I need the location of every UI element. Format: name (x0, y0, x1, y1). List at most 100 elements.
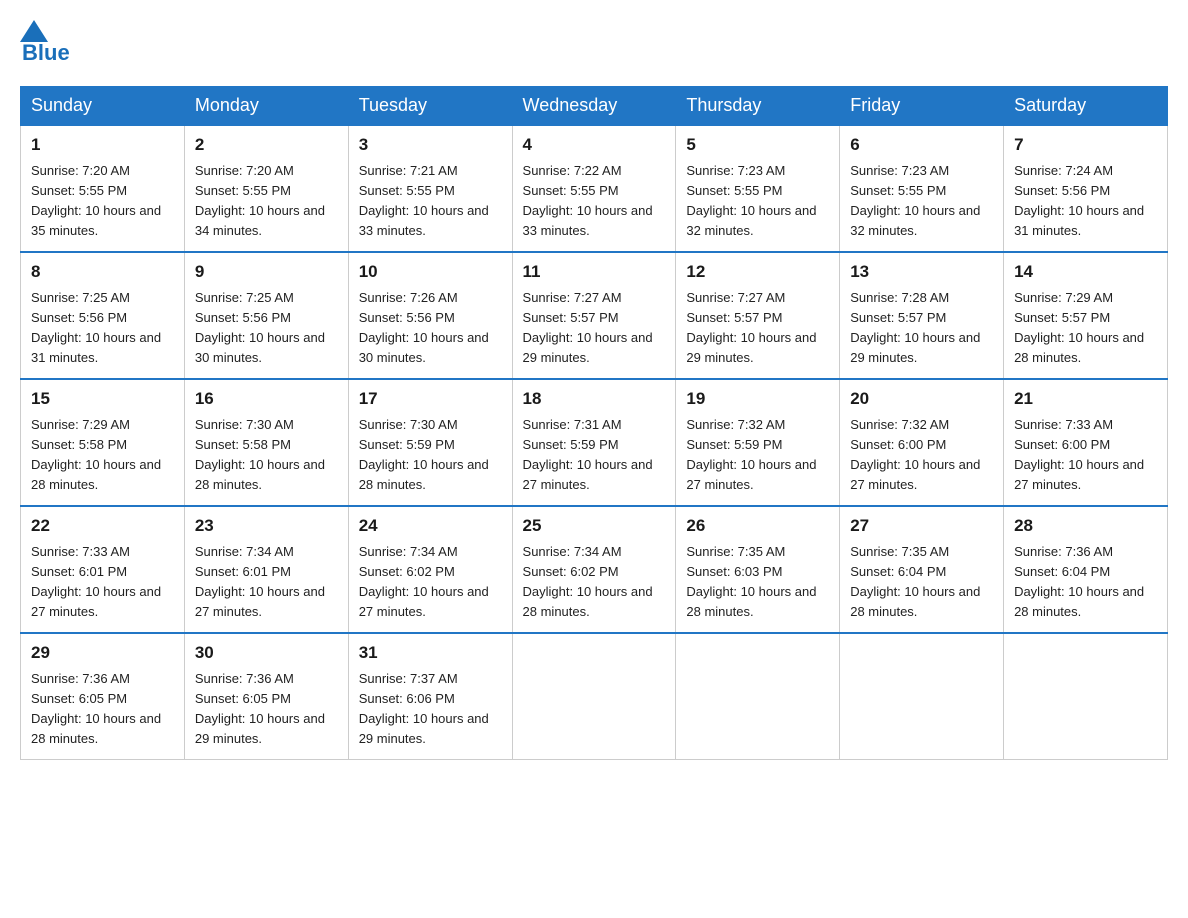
calendar-day-cell: 17 Sunrise: 7:30 AMSunset: 5:59 PMDayligh… (348, 379, 512, 506)
day-info: Sunrise: 7:21 AMSunset: 5:55 PMDaylight:… (359, 161, 502, 242)
calendar-header-row: SundayMondayTuesdayWednesdayThursdayFrid… (21, 87, 1168, 126)
day-number: 7 (1014, 132, 1157, 158)
day-info: Sunrise: 7:34 AMSunset: 6:02 PMDaylight:… (523, 542, 666, 623)
calendar-day-cell: 7 Sunrise: 7:24 AMSunset: 5:56 PMDaylight… (1004, 125, 1168, 252)
calendar-day-cell: 21Sunrise: 7:33 AMSunset: 6:00 PMDayligh… (1004, 379, 1168, 506)
calendar-day-cell: 4 Sunrise: 7:22 AMSunset: 5:55 PMDaylight… (512, 125, 676, 252)
day-number: 29 (31, 640, 174, 666)
calendar-day-cell: 29Sunrise: 7:36 AMSunset: 6:05 PMDayligh… (21, 633, 185, 760)
day-info: Sunrise: 7:24 AMSunset: 5:56 PMDaylight:… (1014, 161, 1157, 242)
calendar-week-row: 8Sunrise: 7:25 AMSunset: 5:56 PMDaylight… (21, 252, 1168, 379)
day-info: Sunrise: 7:29 AMSunset: 5:58 PMDaylight:… (31, 415, 174, 496)
day-number: 1 (31, 132, 174, 158)
calendar-day-cell: 10 Sunrise: 7:26 AMSunset: 5:56 PMDayligh… (348, 252, 512, 379)
weekday-header-monday: Monday (184, 87, 348, 126)
day-number: 23 (195, 513, 338, 539)
day-number: 22 (31, 513, 174, 539)
logo-subtitle: Blue (22, 40, 70, 66)
day-info: Sunrise: 7:27 AMSunset: 5:57 PMDaylight:… (523, 288, 666, 369)
day-number: 14 (1014, 259, 1157, 285)
day-number: 19 (686, 386, 829, 412)
day-number: 21 (1014, 386, 1157, 412)
day-info: Sunrise: 7:30 AMSunset: 5:59 PMDaylight:… (359, 415, 502, 496)
day-info: Sunrise: 7:34 AMSunset: 6:02 PMDaylight:… (359, 542, 502, 623)
day-number: 18 (523, 386, 666, 412)
day-number: 2 (195, 132, 338, 158)
weekday-header-wednesday: Wednesday (512, 87, 676, 126)
calendar-day-cell: 30 Sunrise: 7:36 AMSunset: 6:05 PMDayligh… (184, 633, 348, 760)
calendar-day-cell: 11 Sunrise: 7:27 AMSunset: 5:57 PMDayligh… (512, 252, 676, 379)
day-info: Sunrise: 7:26 AMSunset: 5:56 PMDaylight:… (359, 288, 502, 369)
day-info: Sunrise: 7:32 AMSunset: 5:59 PMDaylight:… (686, 415, 829, 496)
day-info: Sunrise: 7:27 AMSunset: 5:57 PMDaylight:… (686, 288, 829, 369)
day-info: Sunrise: 7:25 AMSunset: 5:56 PMDaylight:… (31, 288, 174, 369)
day-number: 25 (523, 513, 666, 539)
calendar-day-cell: 1 Sunrise: 7:20 AMSunset: 5:55 PMDaylight… (21, 125, 185, 252)
calendar-day-cell: 16 Sunrise: 7:30 AMSunset: 5:58 PMDayligh… (184, 379, 348, 506)
calendar-day-cell: 19 Sunrise: 7:32 AMSunset: 5:59 PMDayligh… (676, 379, 840, 506)
calendar-day-cell: 26 Sunrise: 7:35 AMSunset: 6:03 PMDayligh… (676, 506, 840, 633)
calendar-day-cell: 12 Sunrise: 7:27 AMSunset: 5:57 PMDayligh… (676, 252, 840, 379)
day-number: 11 (523, 259, 666, 285)
calendar-day-cell: 24Sunrise: 7:34 AMSunset: 6:02 PMDayligh… (348, 506, 512, 633)
calendar-day-cell: 25 Sunrise: 7:34 AMSunset: 6:02 PMDayligh… (512, 506, 676, 633)
calendar-day-cell: 31Sunrise: 7:37 AMSunset: 6:06 PMDayligh… (348, 633, 512, 760)
calendar-day-cell: 6 Sunrise: 7:23 AMSunset: 5:55 PMDaylight… (840, 125, 1004, 252)
day-info: Sunrise: 7:32 AMSunset: 6:00 PMDaylight:… (850, 415, 993, 496)
weekday-header-saturday: Saturday (1004, 87, 1168, 126)
day-info: Sunrise: 7:31 AMSunset: 5:59 PMDaylight:… (523, 415, 666, 496)
weekday-header-sunday: Sunday (21, 87, 185, 126)
day-number: 17 (359, 386, 502, 412)
weekday-header-tuesday: Tuesday (348, 87, 512, 126)
day-info: Sunrise: 7:30 AMSunset: 5:58 PMDaylight:… (195, 415, 338, 496)
calendar-day-cell: 22 Sunrise: 7:33 AMSunset: 6:01 PMDayligh… (21, 506, 185, 633)
day-info: Sunrise: 7:36 AMSunset: 6:04 PMDaylight:… (1014, 542, 1157, 623)
day-number: 5 (686, 132, 829, 158)
day-info: Sunrise: 7:22 AMSunset: 5:55 PMDaylight:… (523, 161, 666, 242)
day-info: Sunrise: 7:33 AMSunset: 6:01 PMDaylight:… (31, 542, 174, 623)
calendar-week-row: 15Sunrise: 7:29 AMSunset: 5:58 PMDayligh… (21, 379, 1168, 506)
calendar-day-cell: 8Sunrise: 7:25 AMSunset: 5:56 PMDaylight… (21, 252, 185, 379)
day-number: 6 (850, 132, 993, 158)
day-number: 26 (686, 513, 829, 539)
logo: Blue (20, 20, 70, 66)
day-number: 28 (1014, 513, 1157, 539)
calendar-day-cell: 18 Sunrise: 7:31 AMSunset: 5:59 PMDayligh… (512, 379, 676, 506)
day-info: Sunrise: 7:35 AMSunset: 6:04 PMDaylight:… (850, 542, 993, 623)
day-info: Sunrise: 7:37 AMSunset: 6:06 PMDaylight:… (359, 669, 502, 750)
day-number: 20 (850, 386, 993, 412)
calendar-table: SundayMondayTuesdayWednesdayThursdayFrid… (20, 86, 1168, 760)
day-info: Sunrise: 7:25 AMSunset: 5:56 PMDaylight:… (195, 288, 338, 369)
calendar-day-cell: 15Sunrise: 7:29 AMSunset: 5:58 PMDayligh… (21, 379, 185, 506)
day-number: 16 (195, 386, 338, 412)
day-number: 30 (195, 640, 338, 666)
calendar-day-cell: 28 Sunrise: 7:36 AMSunset: 6:04 PMDayligh… (1004, 506, 1168, 633)
day-info: Sunrise: 7:23 AMSunset: 5:55 PMDaylight:… (686, 161, 829, 242)
calendar-day-cell: 13 Sunrise: 7:28 AMSunset: 5:57 PMDayligh… (840, 252, 1004, 379)
day-info: Sunrise: 7:20 AMSunset: 5:55 PMDaylight:… (31, 161, 174, 242)
logo-triangle-icon (20, 20, 48, 42)
day-info: Sunrise: 7:29 AMSunset: 5:57 PMDaylight:… (1014, 288, 1157, 369)
day-number: 27 (850, 513, 993, 539)
day-info: Sunrise: 7:28 AMSunset: 5:57 PMDaylight:… (850, 288, 993, 369)
page-header: Blue (20, 20, 1168, 66)
calendar-day-cell: 20 Sunrise: 7:32 AMSunset: 6:00 PMDayligh… (840, 379, 1004, 506)
weekday-header-friday: Friday (840, 87, 1004, 126)
empty-cell (676, 633, 840, 760)
day-number: 9 (195, 259, 338, 285)
day-number: 10 (359, 259, 502, 285)
calendar-week-row: 22 Sunrise: 7:33 AMSunset: 6:01 PMDayligh… (21, 506, 1168, 633)
calendar-day-cell: 27 Sunrise: 7:35 AMSunset: 6:04 PMDayligh… (840, 506, 1004, 633)
day-number: 4 (523, 132, 666, 158)
calendar-day-cell: 5 Sunrise: 7:23 AMSunset: 5:55 PMDaylight… (676, 125, 840, 252)
calendar-week-row: 1 Sunrise: 7:20 AMSunset: 5:55 PMDaylight… (21, 125, 1168, 252)
day-info: Sunrise: 7:36 AMSunset: 6:05 PMDaylight:… (195, 669, 338, 750)
day-number: 12 (686, 259, 829, 285)
day-info: Sunrise: 7:23 AMSunset: 5:55 PMDaylight:… (850, 161, 993, 242)
weekday-header-thursday: Thursday (676, 87, 840, 126)
calendar-day-cell: 2Sunrise: 7:20 AMSunset: 5:55 PMDaylight… (184, 125, 348, 252)
day-number: 13 (850, 259, 993, 285)
calendar-week-row: 29 Sunrise: 7:36 AMSunset: 6:05 PMDayligh… (21, 633, 1168, 760)
day-info: Sunrise: 7:35 AMSunset: 6:03 PMDaylight:… (686, 542, 829, 623)
calendar-day-cell: 3Sunrise: 7:21 AMSunset: 5:55 PMDaylight… (348, 125, 512, 252)
